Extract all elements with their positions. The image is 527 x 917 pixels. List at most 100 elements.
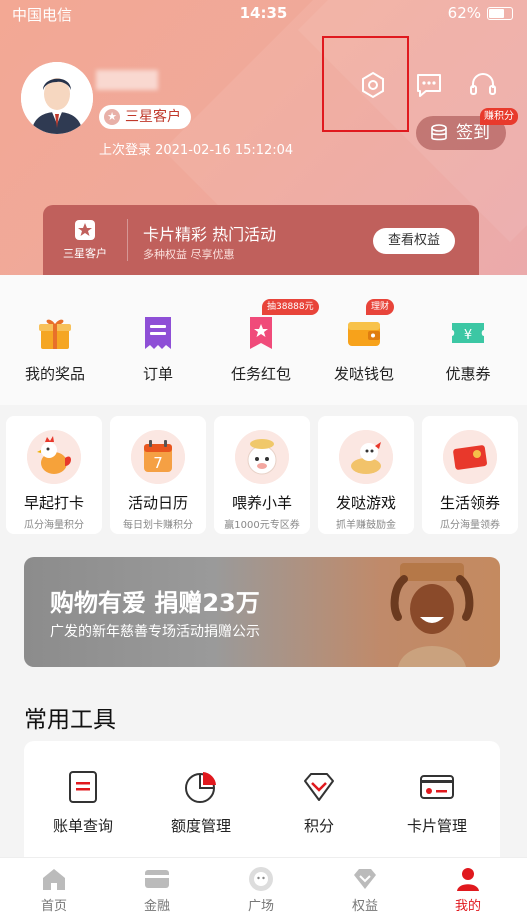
activity-card-calendar[interactable]: 7 活动日历 每日划卡赚积分 [110, 416, 206, 534]
star-icon: ★ [104, 109, 120, 125]
benefits-banner[interactable]: 三星客户 卡片精彩 热门活动 多种权益 尽享优惠 查看权益 [43, 205, 479, 275]
activity-subtitle: 瓜分海量领券 [440, 520, 500, 531]
tool-card-management[interactable]: 卡片管理 [382, 769, 492, 836]
tier-label: 三星客户 [125, 109, 181, 125]
activity-subtitle: 每日划卡赚积分 [123, 520, 193, 531]
quick-item-wallet[interactable]: 发哒钱包 [314, 313, 414, 384]
tab-label: 权益 [351, 899, 378, 914]
quick-actions: 我的奖品 订单 任务红包 发哒钱包 ¥ 优惠券 抽38888元 理财 [0, 275, 527, 405]
activity-subtitle: 瓜分海量积分 [24, 520, 84, 531]
bottom-tab-bar: 首页 金融 广场 权益 我的 [0, 857, 527, 917]
star-badge-icon [75, 220, 95, 240]
tab-label: 广场 [247, 899, 274, 914]
activity-cards: 早起打卡 瓜分海量积分 7 活动日历 每日划卡赚积分 喂养小羊 赢1000元专区… [0, 410, 527, 538]
user-icon [457, 868, 479, 891]
tools-section-title: 常用工具 [24, 707, 116, 733]
view-benefits-button[interactable]: 查看权益 [373, 228, 455, 254]
card-tab-icon [145, 870, 169, 888]
quick-item-prizes[interactable]: 我的奖品 [5, 313, 105, 384]
quick-item-task-redpacket[interactable]: 任务红包 [211, 313, 311, 384]
banner-title: 卡片精彩 热门活动 [143, 225, 277, 244]
tool-label: 卡片管理 [406, 817, 467, 835]
tab-label: 我的 [454, 899, 481, 914]
earn-points-badge: 赚积分 [480, 108, 518, 125]
pie-chart-icon [185, 772, 216, 803]
battery-percent: 62% [447, 4, 481, 22]
message-icon[interactable] [414, 70, 444, 100]
game-icon [339, 430, 393, 484]
avatar[interactable] [21, 62, 93, 134]
sheep-icon [235, 430, 289, 484]
charity-promo-banner[interactable]: 购物有爱 捐赠23万 广发的新年慈善专场活动捐赠公示 [24, 557, 500, 667]
coins-icon [431, 124, 447, 141]
quick-item-label: 订单 [142, 365, 173, 383]
promo-title: 购物有爱 捐赠23万 [50, 589, 260, 617]
status-bar: 中国电信 14:35 62% [0, 0, 527, 28]
home-icon [43, 869, 65, 890]
tool-label: 积分 [303, 817, 334, 835]
checkin-label: 签到 [456, 123, 490, 143]
tool-credit-limit[interactable]: 额度管理 [146, 769, 256, 836]
tab-finance[interactable]: 金融 [117, 866, 197, 914]
calendar-day: 7 [153, 454, 163, 472]
receipt-icon [145, 317, 171, 349]
gift-icon [39, 319, 71, 349]
quick-item-label: 我的奖品 [24, 365, 85, 383]
rooster-icon [27, 430, 81, 484]
activity-card-game[interactable]: 发哒游戏 抓羊赚鼓励金 [318, 416, 414, 534]
activity-title: 生活领券 [439, 494, 500, 512]
activity-subtitle: 赢1000元专区券 [224, 520, 300, 531]
battery-indicator: 62% [448, 4, 513, 22]
tab-plaza[interactable]: 广场 [221, 866, 301, 914]
coupon-icon: ¥ [452, 323, 484, 343]
banner-subtitle: 多种权益 尽享优惠 [143, 248, 235, 261]
customer-service-icon[interactable] [468, 70, 498, 100]
quick-item-coupons[interactable]: ¥ 优惠券 [418, 313, 518, 384]
bill-icon [69, 771, 97, 803]
tool-label: 账单查询 [52, 817, 113, 835]
tab-mine[interactable]: 我的 [428, 866, 508, 914]
activity-title: 活动日历 [127, 494, 188, 512]
redpacket-badge: 抽38888元 [262, 299, 319, 315]
child-photo [390, 563, 474, 667]
promo-subtitle: 广发的新年慈善专场活动捐赠公示 [50, 624, 260, 640]
activity-title: 发哒游戏 [335, 494, 396, 512]
card-icon [420, 775, 454, 799]
username-masked [96, 70, 158, 90]
benefit-icon [354, 869, 376, 889]
profile-screen: 中国电信 14:35 62% ★ 三星客户 上次登录 2021-02-16 15… [0, 0, 527, 917]
wallet-badge: 理财 [366, 299, 395, 315]
highlight-annotation [322, 36, 409, 132]
activity-title: 喂养小羊 [231, 494, 292, 512]
banner-tier: 三星客户 [43, 205, 127, 275]
tool-label: 额度管理 [170, 817, 231, 835]
calendar-icon: 7 [131, 430, 185, 484]
tool-bill-query[interactable]: 账单查询 [28, 769, 138, 836]
activity-title: 早起打卡 [23, 494, 84, 512]
tab-label: 金融 [143, 899, 170, 914]
tier-badge[interactable]: ★ 三星客户 [99, 105, 191, 129]
quick-item-label: 发哒钱包 [333, 365, 394, 383]
activity-subtitle: 抓羊赚鼓励金 [336, 520, 396, 531]
banner-divider [127, 219, 128, 261]
red-packet-icon [250, 317, 272, 349]
plaza-icon [249, 867, 273, 891]
activity-card-checkin[interactable]: 早起打卡 瓜分海量积分 [6, 416, 102, 534]
battery-icon [487, 6, 513, 20]
tab-label: 首页 [40, 899, 67, 914]
tool-points[interactable]: 积分 [264, 769, 374, 836]
quick-item-orders[interactable]: 订单 [108, 313, 208, 384]
tab-benefits[interactable]: 权益 [325, 866, 405, 914]
diamond-icon [304, 773, 334, 801]
voucher-icon [443, 430, 497, 484]
quick-item-label: 任务红包 [230, 365, 291, 383]
quick-item-label: 优惠券 [445, 365, 491, 383]
profile-header: 中国电信 14:35 62% ★ 三星客户 上次登录 2021-02-16 15… [0, 0, 527, 275]
activity-card-voucher[interactable]: 生活领券 瓜分海量领券 [422, 416, 518, 534]
tools-panel: 账单查询 额度管理 积分 卡片管理 [24, 741, 500, 861]
last-login: 上次登录 2021-02-16 15:12:04 [99, 143, 294, 158]
tab-home[interactable]: 首页 [14, 866, 94, 914]
wallet-icon [348, 322, 380, 346]
activity-card-sheep[interactable]: 喂养小羊 赢1000元专区券 [214, 416, 310, 534]
svg-text:¥: ¥ [464, 328, 472, 343]
